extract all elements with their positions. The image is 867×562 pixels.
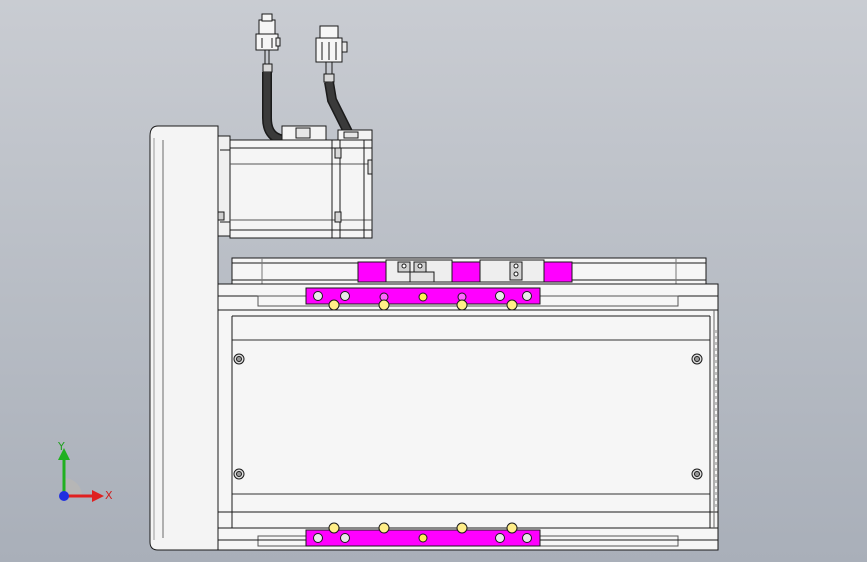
- x-axis-arrowhead: [92, 490, 104, 502]
- coordinate-triad: Y X: [57, 440, 113, 502]
- mounting-hole: [691, 468, 703, 480]
- mounting-hole: [691, 353, 703, 365]
- top-guide-rail: [231, 257, 707, 285]
- z-axis-dot: [59, 491, 69, 501]
- x-axis-label: X: [105, 489, 113, 502]
- linear-module-model[interactable]: [0, 0, 867, 562]
- actuator-base-profile: [217, 283, 719, 551]
- mounting-hole: [233, 468, 245, 480]
- motor-cable-glands: [281, 125, 373, 141]
- power-cable: [323, 73, 353, 135]
- power-connector-right[interactable]: [315, 25, 348, 74]
- graphics-viewport[interactable]: Y X: [0, 0, 867, 562]
- servo-motor[interactable]: [229, 139, 373, 239]
- y-axis-label: Y: [57, 440, 65, 453]
- mounting-hole: [233, 353, 245, 365]
- encoder-connector-left[interactable]: [255, 13, 281, 64]
